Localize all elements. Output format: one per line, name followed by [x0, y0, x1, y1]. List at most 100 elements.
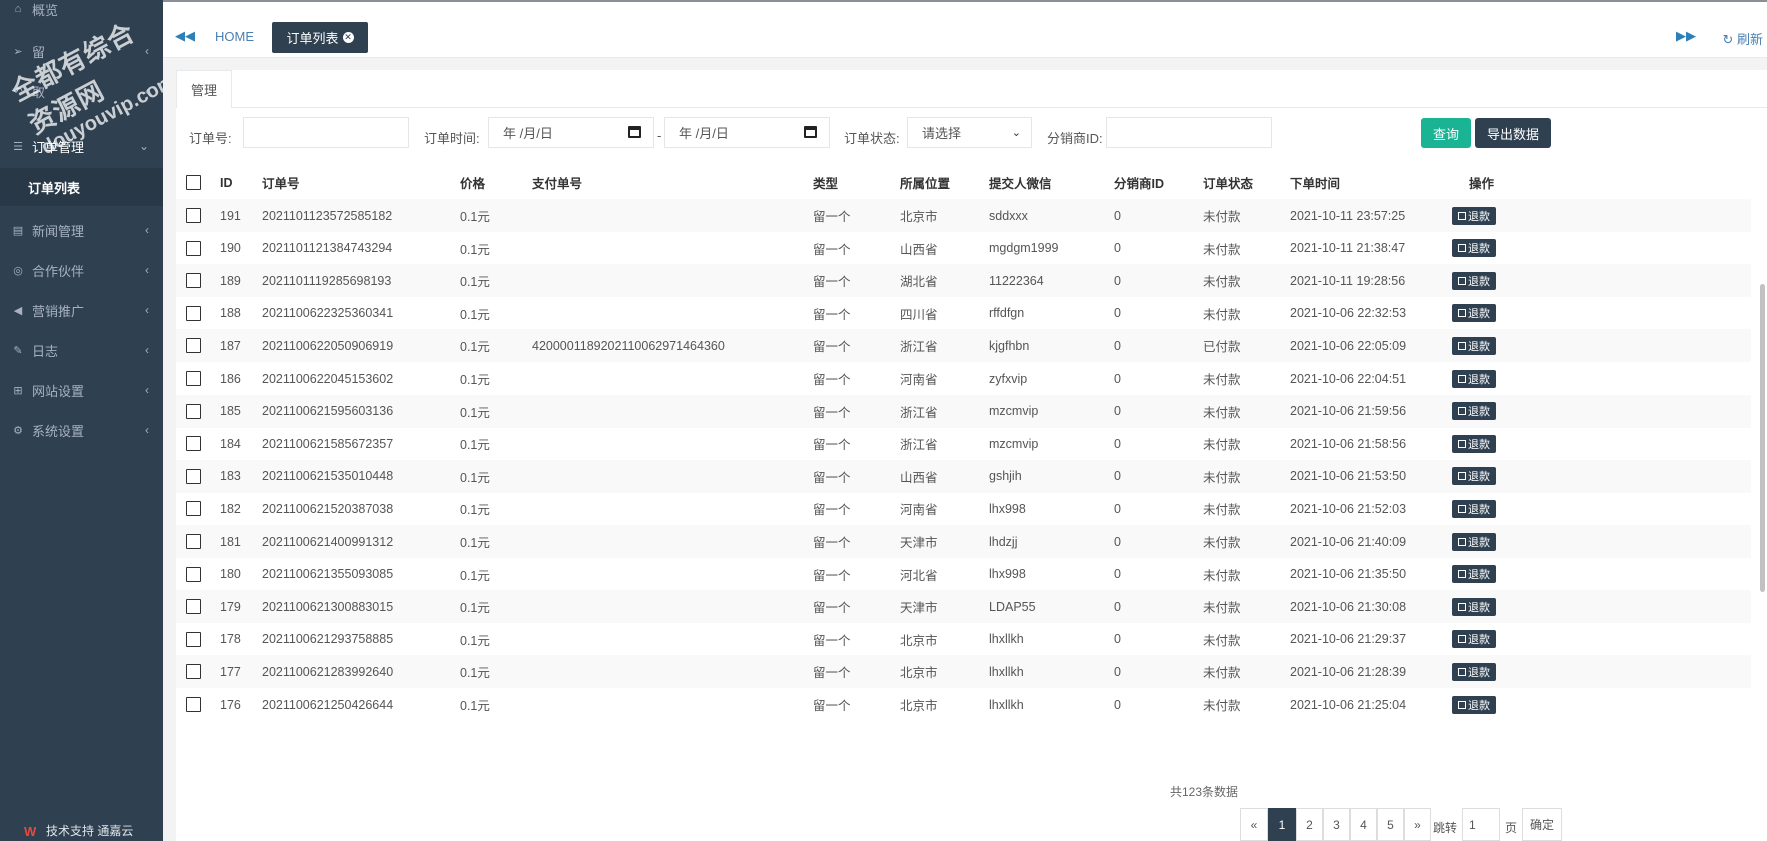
list-icon: ☰: [13, 140, 23, 153]
row-checkbox[interactable]: [186, 631, 201, 647]
row-checkbox[interactable]: [186, 534, 201, 549]
refund-label: 退款: [1468, 666, 1490, 679]
start-date-input[interactable]: 年 /月/日: [488, 117, 654, 148]
sidebar-item-partners[interactable]: ◎ 合作伙伴 ‹: [0, 255, 163, 285]
pagination-page[interactable]: 2: [1296, 808, 1323, 841]
refund-button[interactable]: 退款: [1452, 630, 1496, 649]
cell-dealer-id: 0: [1114, 534, 1121, 549]
tab-home[interactable]: HOME: [215, 29, 254, 44]
row-checkbox[interactable]: [186, 403, 201, 419]
row-checkbox[interactable]: [186, 468, 201, 484]
sidebar-item-marketing[interactable]: ◀ 营销推广 ‹: [0, 295, 163, 325]
pagination-next[interactable]: »: [1404, 808, 1431, 841]
scroll-left-icon[interactable]: ◀◀: [175, 28, 195, 44]
jump-confirm-button[interactable]: 确定: [1522, 808, 1562, 841]
refund-button[interactable]: 退款: [1452, 239, 1496, 258]
refund-button[interactable]: 退款: [1452, 662, 1496, 681]
table-row: 187 2021100622050906919 0.1元 42000011892021…: [176, 329, 1751, 363]
refund-button[interactable]: 退款: [1452, 271, 1496, 290]
edit-icon: [1458, 667, 1466, 676]
refresh-label: 刷新: [1736, 32, 1763, 47]
jump-page-input[interactable]: 1: [1462, 808, 1500, 841]
order-no-input[interactable]: [243, 117, 409, 148]
cell-wechat: mzcmvip: [989, 436, 1039, 451]
export-button[interactable]: 导出数据: [1475, 118, 1551, 148]
refund-button[interactable]: 退款: [1452, 206, 1496, 225]
cell-type: 留一个: [813, 503, 851, 518]
sidebar-item-label: 概览: [32, 2, 59, 18]
row-checkbox[interactable]: [186, 273, 201, 289]
header-price: 价格: [460, 177, 486, 191]
pagination-page[interactable]: 1: [1268, 808, 1296, 841]
sidebar-item-logs[interactable]: ✎ 日志 ‹: [0, 335, 163, 365]
tab-order-list[interactable]: 订单列表 ✕: [272, 22, 368, 53]
calendar-icon[interactable]: [628, 126, 641, 138]
calendar-icon[interactable]: [804, 126, 817, 138]
sidebar-subitem-order-list[interactable]: 订单列表: [0, 168, 163, 206]
refund-button[interactable]: 退款: [1452, 532, 1496, 551]
cell-price: 0.1元: [460, 666, 490, 681]
pagination-page[interactable]: 3: [1323, 808, 1350, 841]
row-checkbox[interactable]: [186, 697, 201, 712]
refund-button[interactable]: 退款: [1452, 565, 1496, 584]
close-icon[interactable]: ✕: [342, 32, 354, 43]
pagination-page[interactable]: 5: [1377, 808, 1404, 841]
cell-location: 天津市: [900, 536, 938, 550]
refund-label: 退款: [1468, 406, 1490, 419]
refund-button[interactable]: 退款: [1452, 336, 1496, 355]
pagination-prev[interactable]: «: [1240, 808, 1268, 841]
refund-button[interactable]: 退款: [1452, 304, 1496, 323]
refund-button[interactable]: 退款: [1452, 597, 1496, 616]
row-checkbox[interactable]: [186, 305, 201, 321]
row-checkbox[interactable]: [186, 371, 201, 386]
end-date-input[interactable]: 年 /月/日: [664, 117, 830, 148]
sidebar-item-store[interactable]: ➢ 留 ‹: [0, 36, 163, 66]
cell-type: 留一个: [813, 405, 851, 420]
jump-label: 跳转: [1433, 821, 1458, 835]
refund-button[interactable]: 退款: [1452, 695, 1496, 714]
sidebar-item-take[interactable]: ↶ 取 ‹: [0, 76, 163, 106]
refund-button[interactable]: 退款: [1452, 434, 1496, 453]
edit-icon: [1458, 602, 1466, 611]
sidebar-item-site-settings[interactable]: ⊞ 网站设置 ‹: [0, 375, 163, 405]
cell-type: 留一个: [813, 633, 851, 648]
row-checkbox[interactable]: [186, 566, 201, 582]
row-checkbox[interactable]: [186, 208, 201, 223]
edit-icon: [1458, 244, 1466, 253]
sidebar-item-orders[interactable]: ☰ 订单管理 ⌄: [0, 131, 163, 161]
date-placeholder: 年 /月/日: [503, 126, 553, 141]
table-row: 182 2021100621520387038 0.1元 留一个 河南省 lhx998 0 未…: [176, 492, 1751, 525]
query-button[interactable]: 查询: [1421, 118, 1471, 148]
row-checkbox[interactable]: [186, 599, 201, 615]
cell-order-no: 2021100621293758885: [262, 632, 394, 647]
tab-manage[interactable]: 管理: [176, 70, 232, 108]
cell-type: 留一个: [813, 568, 851, 583]
refund-button[interactable]: 退款: [1452, 467, 1496, 486]
scroll-right-icon[interactable]: ▶▶: [1676, 28, 1696, 44]
cell-location: 河南省: [900, 503, 938, 518]
refund-button[interactable]: 退款: [1452, 499, 1496, 518]
refund-button[interactable]: 退款: [1452, 402, 1496, 421]
refresh-button[interactable]: ↻ 刷新: [1722, 29, 1763, 48]
status-select[interactable]: 请选择 ⌄: [907, 117, 1032, 148]
pagination-info: 共123条数据: [1170, 785, 1239, 799]
refund-button[interactable]: 退款: [1452, 369, 1496, 388]
sidebar-item-overview[interactable]: ⌂ 概览: [0, 0, 163, 21]
status-label: 订单状态:: [844, 131, 900, 146]
sidebar-item-news[interactable]: ▤ 新闻管理 ‹: [0, 215, 163, 245]
row-checkbox[interactable]: [186, 240, 201, 256]
row-checkbox[interactable]: [186, 338, 201, 354]
sidebar-item-system-settings[interactable]: ⚙ 系统设置 ‹: [0, 415, 163, 445]
tab-bar: ◀◀ HOME 订单列表 ✕ ▶▶ ↻ 刷新: [163, 0, 1767, 58]
cell-time: 2021-10-06 21:28:39: [1290, 664, 1407, 679]
row-checkbox[interactable]: [186, 501, 201, 517]
row-checkbox[interactable]: [186, 436, 201, 452]
header-type: 类型: [813, 177, 839, 191]
scrollbar[interactable]: [1760, 284, 1765, 592]
row-checkbox[interactable]: [186, 664, 201, 680]
dealer-id-input[interactable]: [1106, 117, 1272, 148]
pagination-page[interactable]: 4: [1350, 808, 1377, 841]
chevron-down-icon: ⌄: [1011, 127, 1021, 139]
cell-time: 2021-10-06 21:35:50: [1290, 567, 1407, 582]
select-all-checkbox[interactable]: [186, 175, 201, 190]
